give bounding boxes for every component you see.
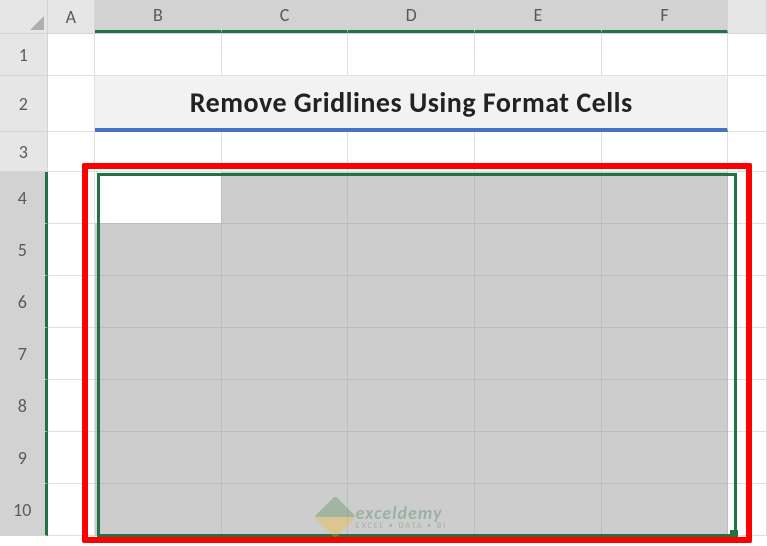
cell-g1[interactable] bbox=[728, 34, 767, 76]
col-header-next[interactable] bbox=[728, 0, 767, 33]
col-header-d[interactable]: D bbox=[348, 0, 475, 33]
col-header-f[interactable]: F bbox=[602, 0, 729, 33]
row-header-5[interactable]: 5 bbox=[0, 224, 48, 276]
cell-c4[interactable] bbox=[222, 172, 349, 224]
cell-a2[interactable] bbox=[48, 76, 96, 132]
cell-d9[interactable] bbox=[348, 432, 475, 484]
row-6: 6 bbox=[0, 276, 767, 328]
grid-rows: 1 2 Remove Gridlines Using Format Cells … bbox=[0, 34, 767, 536]
cell-d5[interactable] bbox=[348, 224, 475, 276]
cell-b5[interactable] bbox=[95, 224, 222, 276]
cell-f10[interactable] bbox=[602, 484, 729, 536]
row-10: 10 bbox=[0, 484, 767, 536]
cell-g9[interactable] bbox=[728, 432, 767, 484]
cell-d6[interactable] bbox=[348, 276, 475, 328]
cell-c10[interactable] bbox=[222, 484, 349, 536]
cell-a5[interactable] bbox=[48, 224, 96, 276]
cell-d7[interactable] bbox=[348, 328, 475, 380]
select-all-corner[interactable] bbox=[0, 0, 48, 34]
cell-a8[interactable] bbox=[48, 380, 96, 432]
column-headers: A B C D E F bbox=[0, 0, 767, 34]
cell-b6[interactable] bbox=[95, 276, 222, 328]
row-3: 3 bbox=[0, 132, 767, 172]
cell-b10[interactable] bbox=[95, 484, 222, 536]
cell-d3[interactable] bbox=[348, 132, 475, 172]
cell-g5[interactable] bbox=[728, 224, 767, 276]
cell-d4[interactable] bbox=[348, 172, 475, 224]
cell-g8[interactable] bbox=[728, 380, 767, 432]
row-header-1[interactable]: 1 bbox=[0, 34, 48, 76]
cell-c8[interactable] bbox=[222, 380, 349, 432]
cell-a4[interactable] bbox=[48, 172, 96, 224]
col-header-c[interactable]: C bbox=[222, 0, 349, 33]
cell-g6[interactable] bbox=[728, 276, 767, 328]
cell-a9[interactable] bbox=[48, 432, 96, 484]
cell-d1[interactable] bbox=[348, 34, 475, 76]
row-header-10[interactable]: 10 bbox=[0, 484, 48, 536]
row-header-8[interactable]: 8 bbox=[0, 380, 48, 432]
cell-e8[interactable] bbox=[475, 380, 602, 432]
row-9: 9 bbox=[0, 432, 767, 484]
row-header-3[interactable]: 3 bbox=[0, 132, 48, 172]
cell-d8[interactable] bbox=[348, 380, 475, 432]
cell-g7[interactable] bbox=[728, 328, 767, 380]
row-7: 7 bbox=[0, 328, 767, 380]
cell-a10[interactable] bbox=[48, 484, 96, 536]
cell-f5[interactable] bbox=[602, 224, 729, 276]
row-4: 4 bbox=[0, 172, 767, 224]
cell-a6[interactable] bbox=[48, 276, 96, 328]
cell-c3[interactable] bbox=[222, 132, 349, 172]
cell-c1[interactable] bbox=[222, 34, 349, 76]
row-header-9[interactable]: 9 bbox=[0, 432, 48, 484]
cell-f9[interactable] bbox=[602, 432, 729, 484]
cell-c7[interactable] bbox=[222, 328, 349, 380]
cell-e7[interactable] bbox=[475, 328, 602, 380]
cell-e10[interactable] bbox=[475, 484, 602, 536]
cell-e5[interactable] bbox=[475, 224, 602, 276]
cell-g10[interactable] bbox=[728, 484, 767, 536]
cell-a3[interactable] bbox=[48, 132, 96, 172]
cell-c6[interactable] bbox=[222, 276, 349, 328]
row-header-6[interactable]: 6 bbox=[0, 276, 48, 328]
row-header-4[interactable]: 4 bbox=[0, 172, 48, 224]
cell-b3[interactable] bbox=[95, 132, 222, 172]
cell-c9[interactable] bbox=[222, 432, 349, 484]
col-header-a[interactable]: A bbox=[48, 0, 96, 33]
cell-b9[interactable] bbox=[95, 432, 222, 484]
row-header-7[interactable]: 7 bbox=[0, 328, 48, 380]
cell-e1[interactable] bbox=[475, 34, 602, 76]
cell-g2[interactable] bbox=[728, 76, 767, 132]
row-2: 2 Remove Gridlines Using Format Cells bbox=[0, 76, 767, 132]
col-header-b[interactable]: B bbox=[95, 0, 222, 33]
cell-f6[interactable] bbox=[602, 276, 729, 328]
row-1: 1 bbox=[0, 34, 767, 76]
cell-f4[interactable] bbox=[602, 172, 729, 224]
cell-b4-active[interactable] bbox=[95, 172, 222, 224]
cell-c5[interactable] bbox=[222, 224, 349, 276]
cell-b8[interactable] bbox=[95, 380, 222, 432]
row-8: 8 bbox=[0, 380, 767, 432]
cell-e6[interactable] bbox=[475, 276, 602, 328]
cell-f8[interactable] bbox=[602, 380, 729, 432]
cell-e3[interactable] bbox=[475, 132, 602, 172]
cell-b7[interactable] bbox=[95, 328, 222, 380]
cell-f1[interactable] bbox=[602, 34, 729, 76]
cell-e4[interactable] bbox=[475, 172, 602, 224]
cell-e9[interactable] bbox=[475, 432, 602, 484]
cell-a7[interactable] bbox=[48, 328, 96, 380]
cell-f3[interactable] bbox=[602, 132, 729, 172]
cell-f7[interactable] bbox=[602, 328, 729, 380]
col-header-e[interactable]: E bbox=[475, 0, 602, 33]
row-header-2[interactable]: 2 bbox=[0, 76, 48, 132]
cell-a1[interactable] bbox=[48, 34, 96, 76]
row-5: 5 bbox=[0, 224, 767, 276]
cell-b1[interactable] bbox=[95, 34, 222, 76]
title-merged-cell[interactable]: Remove Gridlines Using Format Cells bbox=[95, 76, 728, 132]
cell-g3[interactable] bbox=[728, 132, 767, 172]
cell-d10[interactable] bbox=[348, 484, 475, 536]
spreadsheet: A B C D E F 1 2 Remove Gridlines Using F… bbox=[0, 0, 767, 546]
cell-g4[interactable] bbox=[728, 172, 767, 224]
